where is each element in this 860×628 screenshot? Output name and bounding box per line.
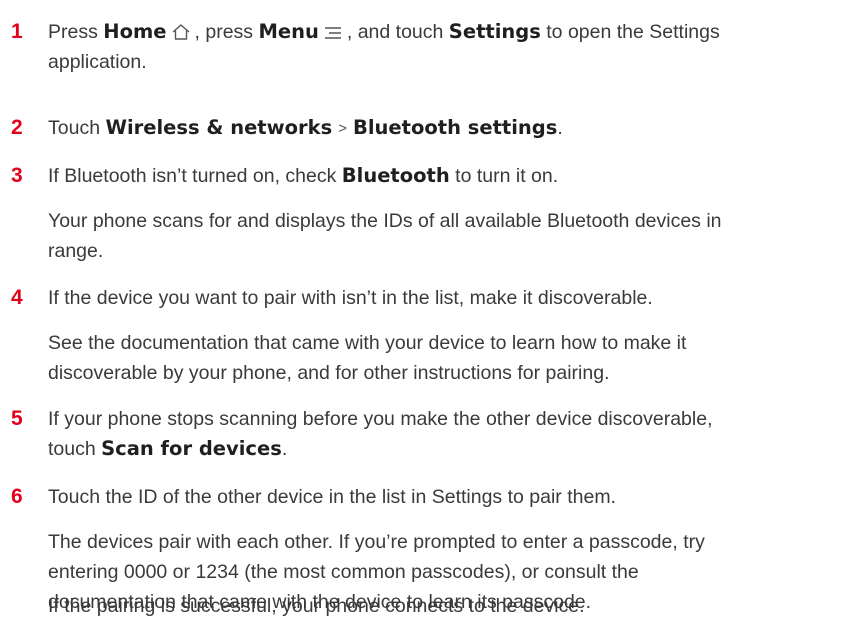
step-number: 5: [11, 407, 23, 430]
step-note: If the pairing is successful, your phone…: [48, 595, 585, 617]
step-number: 1: [11, 20, 23, 43]
step-note: The devices pair with each other. If you…: [48, 531, 705, 553]
bluetooth-pairing-instructions: 1 Press Home, press Menu, and touch Sett…: [0, 0, 860, 628]
bluetooth-settings-label: Bluetooth settings: [353, 116, 558, 139]
step-note: See the documentation that came with you…: [48, 332, 687, 354]
step-text: If the device you want to pair with isn’…: [48, 287, 653, 309]
scan-for-devices-label: Scan for devices: [101, 437, 282, 460]
step-number: 3: [11, 164, 23, 187]
menu-icon: [323, 20, 343, 50]
step-text: Touch Wireless & networks > Bluetooth sett…: [48, 116, 563, 139]
step-note: Your phone scans for and displays the ID…: [48, 210, 722, 232]
step-text: If your phone stops scanning before you …: [48, 408, 713, 430]
step-number: 4: [11, 286, 23, 309]
menu-key-label: Menu: [258, 20, 319, 43]
settings-label: Settings: [448, 20, 541, 43]
home-icon: [171, 20, 191, 50]
step-note-continued: range.: [48, 240, 104, 262]
step-number: 2: [11, 116, 23, 139]
home-key-label: Home: [103, 20, 167, 43]
step-text-continued: touch Scan for devices.: [48, 437, 288, 460]
step-text: If Bluetooth isn’t turned on, check Blue…: [48, 164, 559, 187]
step-note-continued: entering 0000 or 1234 (the most common p…: [48, 561, 639, 583]
wireless-networks-label: Wireless & networks: [105, 116, 333, 139]
step-text: Press Home, press Menu, and touch Settin…: [48, 17, 848, 50]
bluetooth-label: Bluetooth: [341, 164, 450, 187]
breadcrumb-separator: >: [338, 120, 347, 137]
step-note-continued: discoverable by your phone, and for othe…: [48, 362, 610, 384]
step-number: 6: [11, 485, 23, 508]
step-text-continued: application.: [48, 51, 147, 73]
step-text: Touch the ID of the other device in the …: [48, 486, 616, 508]
